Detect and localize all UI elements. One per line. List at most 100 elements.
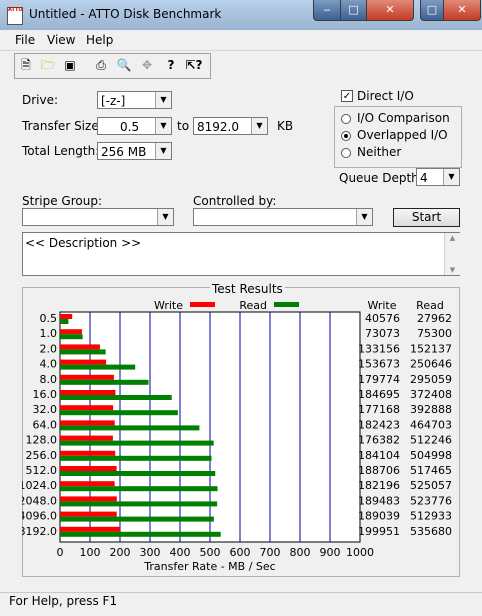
write-bar xyxy=(60,526,120,532)
new-icon[interactable]: 🗎 xyxy=(17,56,35,74)
chevron-down-icon[interactable]: ▼ xyxy=(157,209,173,225)
category-label: 8.0 xyxy=(40,373,58,386)
transfer-from-select[interactable]: 0.5 ▼ xyxy=(97,117,172,135)
read-bar xyxy=(60,471,216,476)
read-value: 250646 xyxy=(410,358,452,371)
category-label: 2048.0 xyxy=(22,494,57,507)
category-label: 1024.0 xyxy=(22,479,57,492)
category-label: 16.0 xyxy=(33,388,58,401)
write-value: 40576 xyxy=(365,312,400,325)
minimize-button[interactable]: ‒ xyxy=(313,0,341,21)
total-length-select[interactable]: 256 MB ▼ xyxy=(97,142,172,160)
read-bar xyxy=(60,516,214,522)
direct-io-checkbox[interactable]: ✓ xyxy=(341,90,353,102)
chevron-down-icon[interactable]: ▼ xyxy=(155,118,171,134)
write-bar xyxy=(60,511,117,517)
read-value: 295059 xyxy=(410,373,452,386)
queue-depth-select[interactable]: 4 ▼ xyxy=(416,168,460,186)
chevron-down-icon[interactable]: ▼ xyxy=(356,209,372,225)
drive-value: [-z-] xyxy=(101,94,126,108)
x-tick-label: 400 xyxy=(170,546,191,559)
move-icon[interactable]: ✥ xyxy=(138,56,156,74)
stripe-group-select[interactable]: ▼ xyxy=(22,208,174,226)
write-value: 182196 xyxy=(358,479,400,492)
write-bar xyxy=(60,374,114,380)
category-label: 8192.0 xyxy=(22,525,57,538)
open-icon[interactable]: 🗁 xyxy=(39,56,57,74)
category-label: 128.0 xyxy=(26,434,58,447)
x-tick-label: 500 xyxy=(200,546,221,559)
drive-select[interactable]: [-z-] ▼ xyxy=(97,91,172,109)
transfer-from-value: 0.5 xyxy=(120,120,140,134)
write-bar xyxy=(60,450,116,456)
write-bar xyxy=(60,481,115,487)
menu-view[interactable]: View xyxy=(47,33,75,47)
category-label: 1.0 xyxy=(40,327,58,340)
read-value: 75300 xyxy=(417,327,452,340)
test-results-title: Test Results xyxy=(210,282,285,296)
overlapped-io-radio[interactable] xyxy=(341,131,351,141)
read-value: 464703 xyxy=(410,418,452,431)
neither-label: Neither xyxy=(357,145,402,159)
io-comparison-label: I/O Comparison xyxy=(357,111,450,125)
x-axis-label: Transfer Rate - MB / Sec xyxy=(143,560,275,573)
io-comparison-radio[interactable] xyxy=(341,114,351,124)
menu-file[interactable]: File xyxy=(15,33,35,47)
write-bar xyxy=(60,496,117,502)
read-value: 512246 xyxy=(410,434,452,447)
legend-read-label: Read xyxy=(239,299,267,312)
write-bar xyxy=(60,405,114,411)
controlled-by-select[interactable]: ▼ xyxy=(193,208,373,226)
write-value: 189039 xyxy=(358,510,400,523)
help-icon[interactable]: ? xyxy=(162,56,180,74)
total-length-value: 256 MB xyxy=(101,145,147,159)
queue-depth-value: 4 xyxy=(420,171,428,185)
write-value: 182423 xyxy=(358,418,400,431)
x-tick-label: 100 xyxy=(80,546,101,559)
close-button[interactable]: ✕ xyxy=(366,0,414,21)
write-value: 184104 xyxy=(358,449,400,462)
transfer-size-label: Transfer Size: xyxy=(22,119,103,133)
chevron-down-icon[interactable]: ▼ xyxy=(155,143,171,159)
save-icon[interactable]: ▣ xyxy=(61,56,79,74)
read-value: 525057 xyxy=(410,479,452,492)
print-icon[interactable]: ⎙ xyxy=(92,56,110,74)
write-bar xyxy=(60,359,107,365)
write-value: 179774 xyxy=(358,373,400,386)
maximize-button[interactable]: □ xyxy=(340,0,367,21)
write-value: 177168 xyxy=(358,403,400,416)
description-text: << Description >> xyxy=(25,236,142,250)
transfer-to-select[interactable]: 8192.0 ▼ xyxy=(193,117,268,135)
drive-label: Drive: xyxy=(22,93,59,107)
start-button[interactable]: Start xyxy=(393,208,460,227)
overlapped-io-label: Overlapped I/O xyxy=(357,128,448,142)
read-value: 152137 xyxy=(410,342,452,355)
menu-help[interactable]: Help xyxy=(86,33,113,47)
chevron-down-icon[interactable]: ▼ xyxy=(155,92,171,108)
description-scrollbar[interactable]: ▲ ▼ xyxy=(444,233,460,275)
scroll-up-icon[interactable]: ▲ xyxy=(445,233,460,243)
x-tick-label: 200 xyxy=(110,546,131,559)
scroll-down-icon[interactable]: ▼ xyxy=(445,265,460,275)
close-outer-button[interactable]: ✕ xyxy=(443,0,481,21)
write-value: 133156 xyxy=(358,342,400,355)
chevron-down-icon[interactable]: ▼ xyxy=(443,169,459,185)
write-bar xyxy=(60,344,100,350)
read-bar xyxy=(60,455,212,461)
to-label: to xyxy=(177,119,190,133)
category-label: 32.0 xyxy=(33,403,58,416)
chevron-down-icon[interactable]: ▼ xyxy=(251,118,267,134)
print-preview-icon[interactable]: 🔍 xyxy=(115,56,133,74)
restore-button[interactable]: □ xyxy=(420,0,444,21)
neither-radio[interactable] xyxy=(341,148,351,158)
read-bar xyxy=(60,395,172,400)
context-help-icon[interactable]: ⇱? xyxy=(185,56,203,74)
column-header-read: Read xyxy=(416,299,444,312)
read-value: 535680 xyxy=(410,525,452,538)
write-bar xyxy=(60,435,113,441)
column-header-write: Write xyxy=(367,299,396,312)
write-value: 199951 xyxy=(358,525,400,538)
read-bar xyxy=(60,334,83,340)
write-value: 153673 xyxy=(358,358,400,371)
read-bar xyxy=(60,410,178,416)
